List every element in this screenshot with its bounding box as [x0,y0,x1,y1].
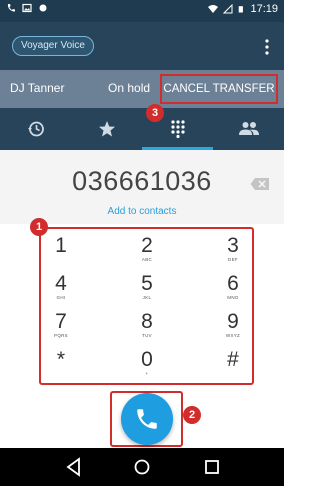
dialpad-icon [170,120,185,138]
tab-favorites[interactable] [71,108,142,150]
key-digit: 2 [141,234,153,257]
key-1[interactable]: 1 [15,231,107,269]
key-letters: ABC [141,257,153,262]
key-digit: 6 [227,272,239,295]
history-icon [27,121,44,137]
key-2[interactable]: 2 ABC [101,231,193,269]
dialpad-keys-highlight: 1 2 ABC 3 DEF 4 GHI 5 JKL 6 MNO 7 PQRS 8 TUV 9W… [39,227,254,385]
annotation-badge-2: 2 [183,406,201,424]
star-icon [98,121,115,137]
key-digit: * [56,348,66,371]
call-button[interactable] [121,393,173,445]
key-digit: 3 [227,234,239,257]
system-nav-bar [0,448,284,486]
contacts-icon [238,122,259,135]
key-letters: TUV [142,333,152,338]
tab-history[interactable] [0,108,71,150]
key-3[interactable]: 3 DEF [187,231,279,269]
key-star[interactable]: * [15,345,107,383]
key-digit: 7 [55,310,67,333]
app-bar: Voyager Voice [0,22,284,70]
key-letters: PQRS [54,333,68,338]
dialed-number[interactable]: 036661036 [0,166,284,197]
wifi-icon [208,5,219,13]
back-icon[interactable] [62,456,86,478]
key-letters: + [145,371,149,376]
key-5[interactable]: 5 JKL [101,269,193,307]
key-digit: 8 [141,310,153,333]
key-0[interactable]: 0 + [101,345,193,383]
status-bar: 17:19 [0,0,284,22]
held-caller-name: DJ Tanner [10,81,65,95]
key-digit: 5 [141,272,153,295]
dot-notification-icon [39,4,47,12]
key-6[interactable]: 6 MNO [187,269,279,307]
key-digit: 4 [55,272,67,295]
key-letters: GHI [56,295,66,300]
key-letters: DEF [228,257,238,262]
key-letters: WXYZ [225,333,241,338]
tab-bar [0,108,284,150]
number-display: 036661036 Add to contacts [0,150,284,224]
key-letters: MNO [227,295,239,300]
key-7[interactable]: 7 PQRS [15,307,107,345]
key-hash[interactable]: # [187,345,279,383]
clock: 17:19 [250,3,278,15]
annotation-badge-3: 3 [146,104,164,122]
add-to-contacts-link[interactable]: Add to contacts [0,206,284,217]
cell-signal-icon [223,4,233,14]
battery-icon [239,6,244,13]
key-digit: 1 [55,234,67,257]
cancel-transfer-button[interactable]: CANCEL TRANSFER [160,74,278,104]
phone-call-icon [7,4,15,12]
hold-status: On hold [108,81,151,95]
key-letters: JKL [142,295,152,300]
key-9[interactable]: 9 WXYZ [187,307,279,345]
key-4[interactable]: 4 GHI [15,269,107,307]
key-digit: # [227,348,239,371]
backspace-icon[interactable] [250,177,270,191]
phone-icon [137,409,157,429]
key-8[interactable]: 8 TUV [101,307,193,345]
account-selector[interactable]: Voyager Voice [12,36,94,56]
key-digit: 0 [141,348,153,371]
image-notification-icon [22,3,32,13]
on-hold-bar: DJ Tanner On hold CANCEL TRANSFER [0,70,284,108]
overflow-menu-icon[interactable] [264,38,270,56]
key-digit: 9 [227,310,239,333]
home-icon[interactable] [130,456,154,478]
recents-icon[interactable] [200,456,224,478]
annotation-badge-1: 1 [30,218,48,236]
tab-contacts[interactable] [213,108,284,150]
